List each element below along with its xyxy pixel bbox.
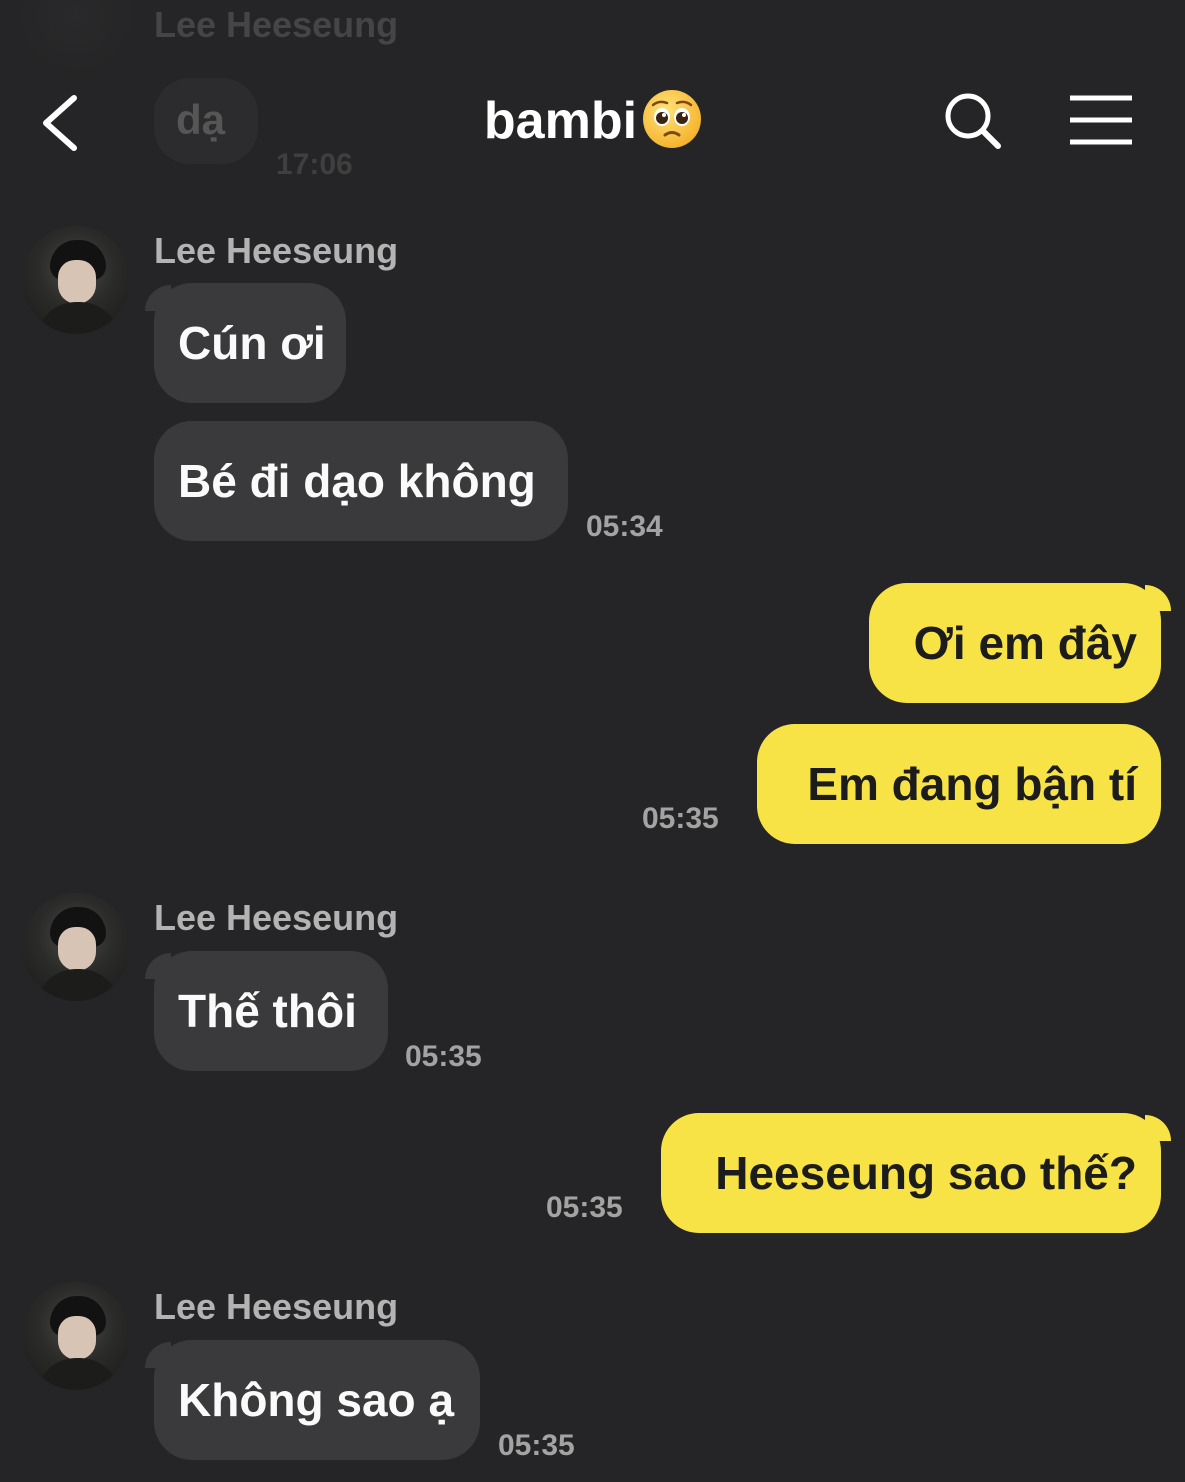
- avatar[interactable]: [22, 1282, 130, 1390]
- search-icon: [945, 93, 1001, 149]
- message-bubble[interactable]: Không sao ạ: [154, 1340, 480, 1460]
- avatar[interactable]: [22, 226, 130, 334]
- chat-title[interactable]: bambi: [0, 90, 1185, 151]
- message-bubble[interactable]: Cún ơi: [154, 283, 346, 403]
- message-bubble[interactable]: Em đang bận tí: [757, 724, 1161, 844]
- sender-name: Lee Heeseung: [154, 1286, 399, 1327]
- message-bubble[interactable]: Bé đi dạo không: [154, 421, 568, 541]
- message-bubble[interactable]: Thế thôi: [154, 951, 388, 1071]
- menu-button[interactable]: [1066, 92, 1136, 148]
- pleading-face-emoji-icon: [643, 90, 702, 148]
- previous-message-sender: Lee Heeseung: [154, 4, 399, 45]
- search-button[interactable]: [940, 88, 1006, 154]
- message-time: 05:34: [586, 510, 663, 543]
- chat-title-text: bambi: [483, 92, 638, 150]
- hamburger-menu-icon: [1070, 95, 1132, 145]
- message-time: 05:35: [498, 1429, 575, 1462]
- avatar[interactable]: [22, 893, 130, 1001]
- sender-name: Lee Heeseung: [154, 897, 399, 938]
- message-time: 05:35: [642, 802, 719, 835]
- message-bubble[interactable]: Heeseung sao thế?: [661, 1113, 1161, 1233]
- message-time: 05:35: [546, 1191, 623, 1224]
- message-bubble[interactable]: Ơi em đây: [869, 583, 1161, 703]
- message-time: 05:35: [405, 1040, 482, 1073]
- chat-header: bambi: [0, 60, 1185, 190]
- sender-name: Lee Heeseung: [154, 230, 399, 271]
